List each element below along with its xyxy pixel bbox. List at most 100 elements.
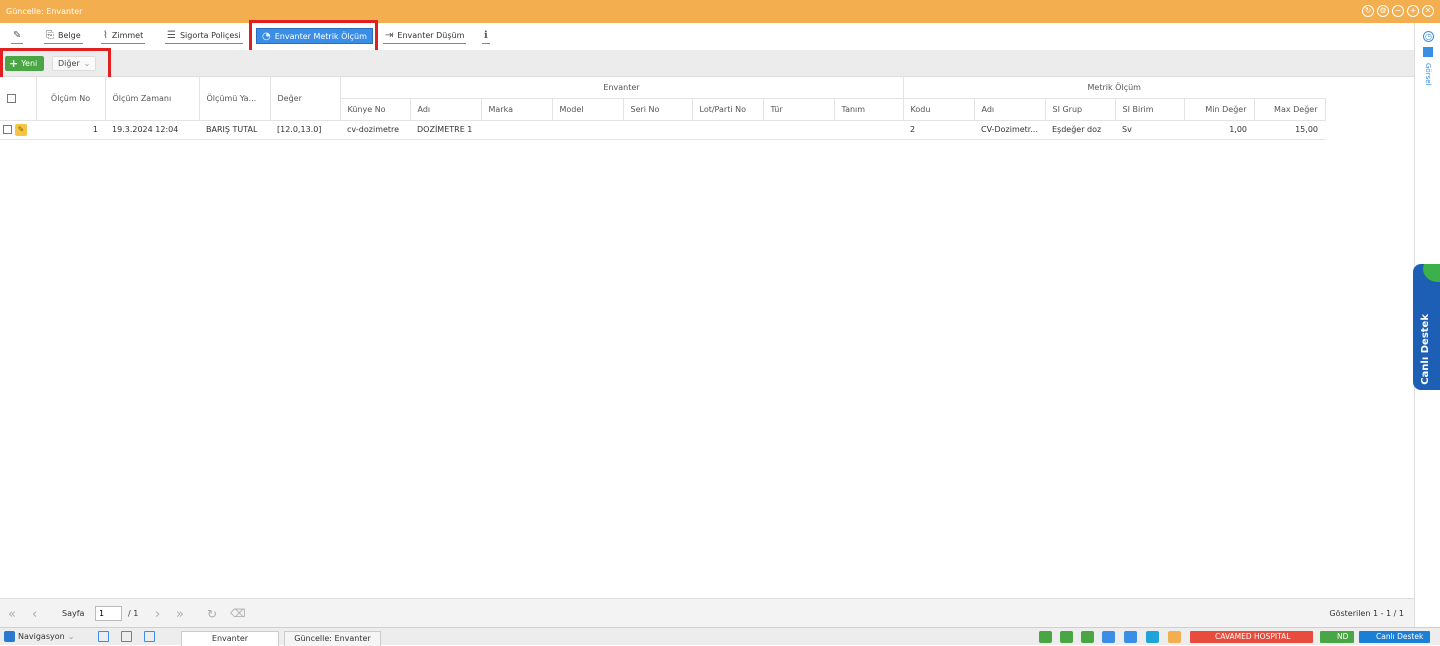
prev-page-icon[interactable]: ‹ <box>32 607 37 622</box>
pager: « ‹ Sayfa / 1 › » ↻ ⌫ Gösterilen 1 - 1 /… <box>0 598 1414 627</box>
page-total: / 1 <box>128 609 139 618</box>
action-bar: + Yeni Diğer ⌄ <box>0 50 1414 77</box>
cell-deger: [12.0,13.0] <box>270 120 340 140</box>
header-si-grup[interactable]: SI Grup <box>1045 98 1116 121</box>
info-button[interactable]: ℹ <box>482 28 490 44</box>
user-badge[interactable]: ND <box>1320 631 1354 643</box>
check-icon[interactable] <box>1124 631 1137 643</box>
windows-icon[interactable] <box>144 631 155 642</box>
row-checkbox[interactable] <box>3 125 12 134</box>
navigation-logo-icon <box>4 631 15 642</box>
cell-seri-no <box>623 120 692 140</box>
taskbar: Navigasyon ⌄ Envanter Güncelle: Envanter… <box>0 627 1440 646</box>
image-icon[interactable] <box>1423 47 1433 57</box>
cell-lot-parti <box>692 120 763 140</box>
cell-tanim <box>834 120 903 140</box>
first-page-icon[interactable]: « <box>8 607 16 622</box>
taskbar-tab-guncelle[interactable]: Güncelle: Envanter <box>284 631 381 646</box>
belge-button[interactable]: ⎘ Belge <box>44 28 83 44</box>
window-controls: ↻ ⚙ − + ✕ <box>1362 5 1434 17</box>
last-page-icon[interactable]: » <box>176 607 184 622</box>
cell-si-birim: Sv <box>1115 120 1184 140</box>
header-kunye-no[interactable]: Künye No <box>340 98 411 121</box>
window-title: Güncelle: Envanter <box>6 7 83 16</box>
monitor-icon[interactable] <box>1102 631 1115 643</box>
header-olcumu-yapan[interactable]: Ölçümü Ya... <box>199 77 271 121</box>
page-input[interactable] <box>95 606 122 621</box>
cell-adi: DOZİMETRE 1 <box>410 120 481 140</box>
header-max-deger[interactable]: Max Değer <box>1254 98 1326 121</box>
cell-max-deger: 15,00 <box>1254 120 1325 140</box>
header-min-deger[interactable]: Min Değer <box>1184 98 1255 121</box>
data-grid: Ölçüm No Ölçüm Zamanı Ölçümü Ya... Değer… <box>0 77 1414 140</box>
live-support-button[interactable]: Canlı Destek <box>1359 631 1430 643</box>
select-all-header <box>0 77 37 121</box>
cell-olcum-zamani: 19.3.2024 12:04 <box>105 120 199 140</box>
info-icon: ℹ <box>484 30 488 41</box>
page-label: Sayfa <box>62 609 85 618</box>
maximize-icon[interactable]: + <box>1407 5 1419 17</box>
header-marka[interactable]: Marka <box>481 98 553 121</box>
select-all-checkbox[interactable] <box>7 93 16 103</box>
chart-icon[interactable] <box>1060 631 1073 643</box>
pencil-icon[interactable]: ✎ <box>15 123 27 136</box>
next-page-icon[interactable]: › <box>155 607 160 622</box>
refresh-icon[interactable]: ↻ <box>1362 5 1374 17</box>
header-olcum-no[interactable]: Ölçüm No <box>36 77 106 121</box>
cell-marka <box>481 120 552 140</box>
live-support-tab[interactable]: Canlı Destek <box>1413 264 1440 390</box>
dusum-button[interactable]: ⇥ Envanter Düşüm <box>383 28 467 44</box>
header-model[interactable]: Model <box>552 98 624 121</box>
belge-label: Belge <box>58 31 81 40</box>
message-icon[interactable] <box>1168 631 1181 643</box>
edit-button[interactable]: ✎ <box>11 28 24 44</box>
header-tanim[interactable]: Tanım <box>834 98 904 121</box>
cell-olcum-no: 1 <box>36 120 105 140</box>
copy-icon[interactable] <box>1146 631 1159 643</box>
live-support-label: Canlı Destek <box>1420 314 1431 385</box>
header-metrik-adi[interactable]: Adı <box>974 98 1046 121</box>
edit-icon: ✎ <box>13 30 22 41</box>
header-tur[interactable]: Tür <box>763 98 835 121</box>
settings-icon[interactable]: ⚙ <box>1377 5 1389 17</box>
display-info: Gösterilen 1 - 1 / 1 <box>1329 609 1404 618</box>
header-lot-parti[interactable]: Lot/Parti No <box>692 98 764 121</box>
header-kodu[interactable]: Kodu <box>903 98 975 121</box>
hospital-badge[interactable]: CAVAMED HOSPITAL <box>1190 631 1313 643</box>
header-olcum-zamani[interactable]: Ölçüm Zamanı <box>105 77 200 121</box>
paperclip-icon: ⌇ <box>103 30 108 41</box>
window-titlebar: Güncelle: Envanter ↻ ⚙ − + ✕ <box>0 0 1440 23</box>
taskbar-tab-envanter[interactable]: Envanter <box>181 631 279 646</box>
header-deger[interactable]: Değer <box>270 77 341 121</box>
list-view-icon[interactable] <box>98 631 109 642</box>
header-seri-no[interactable]: Seri No <box>623 98 693 121</box>
toolbar: ✎ ⎘ Belge ⌇ Zimmet ☰ Sigorta Poliçesi ◔ … <box>0 23 1414 50</box>
gorsel-tab[interactable]: Görsel <box>1424 63 1432 85</box>
cell-min-deger: 1,00 <box>1184 120 1254 140</box>
eraser-icon[interactable]: ⌫ <box>230 607 246 620</box>
row-select-cell: ✎ <box>0 120 36 140</box>
header-adi[interactable]: Adı <box>410 98 482 121</box>
cell-kodu: 2 <box>903 120 974 140</box>
close-icon[interactable]: ✕ <box>1422 5 1434 17</box>
grid-table: Ölçüm No Ölçüm Zamanı Ölçümü Ya... Değer… <box>0 77 1326 140</box>
chevron-down-icon: ⌄ <box>67 632 75 641</box>
dusum-label: Envanter Düşüm <box>397 31 465 40</box>
cell-model <box>552 120 623 140</box>
sigorta-button[interactable]: ☰ Sigorta Poliçesi <box>165 28 243 44</box>
camera-icon[interactable] <box>1081 631 1094 643</box>
minimize-icon[interactable]: − <box>1392 5 1404 17</box>
cell-olcumu-yapan: BARIŞ TUTAL <box>199 120 270 140</box>
highlight-box-metrik <box>249 20 378 54</box>
zimmet-button[interactable]: ⌇ Zimmet <box>101 28 146 44</box>
status-refresh-icon[interactable] <box>1039 631 1052 643</box>
split-view-icon[interactable] <box>121 631 132 642</box>
zimmet-label: Zimmet <box>111 31 144 40</box>
list-icon: ☰ <box>167 30 176 41</box>
history-icon[interactable]: ◷ <box>1423 31 1434 42</box>
navigation-menu[interactable]: Navigasyon ⌄ <box>4 631 74 642</box>
refresh-icon[interactable]: ↻ <box>207 607 217 621</box>
table-row[interactable]: ✎ 1 19.3.2024 12:04 BARIŞ TUTAL [12.0,13… <box>0 120 1325 140</box>
cell-kunye-no: cv-dozimetre <box>340 120 410 140</box>
header-si-birim[interactable]: SI Birim <box>1115 98 1185 121</box>
